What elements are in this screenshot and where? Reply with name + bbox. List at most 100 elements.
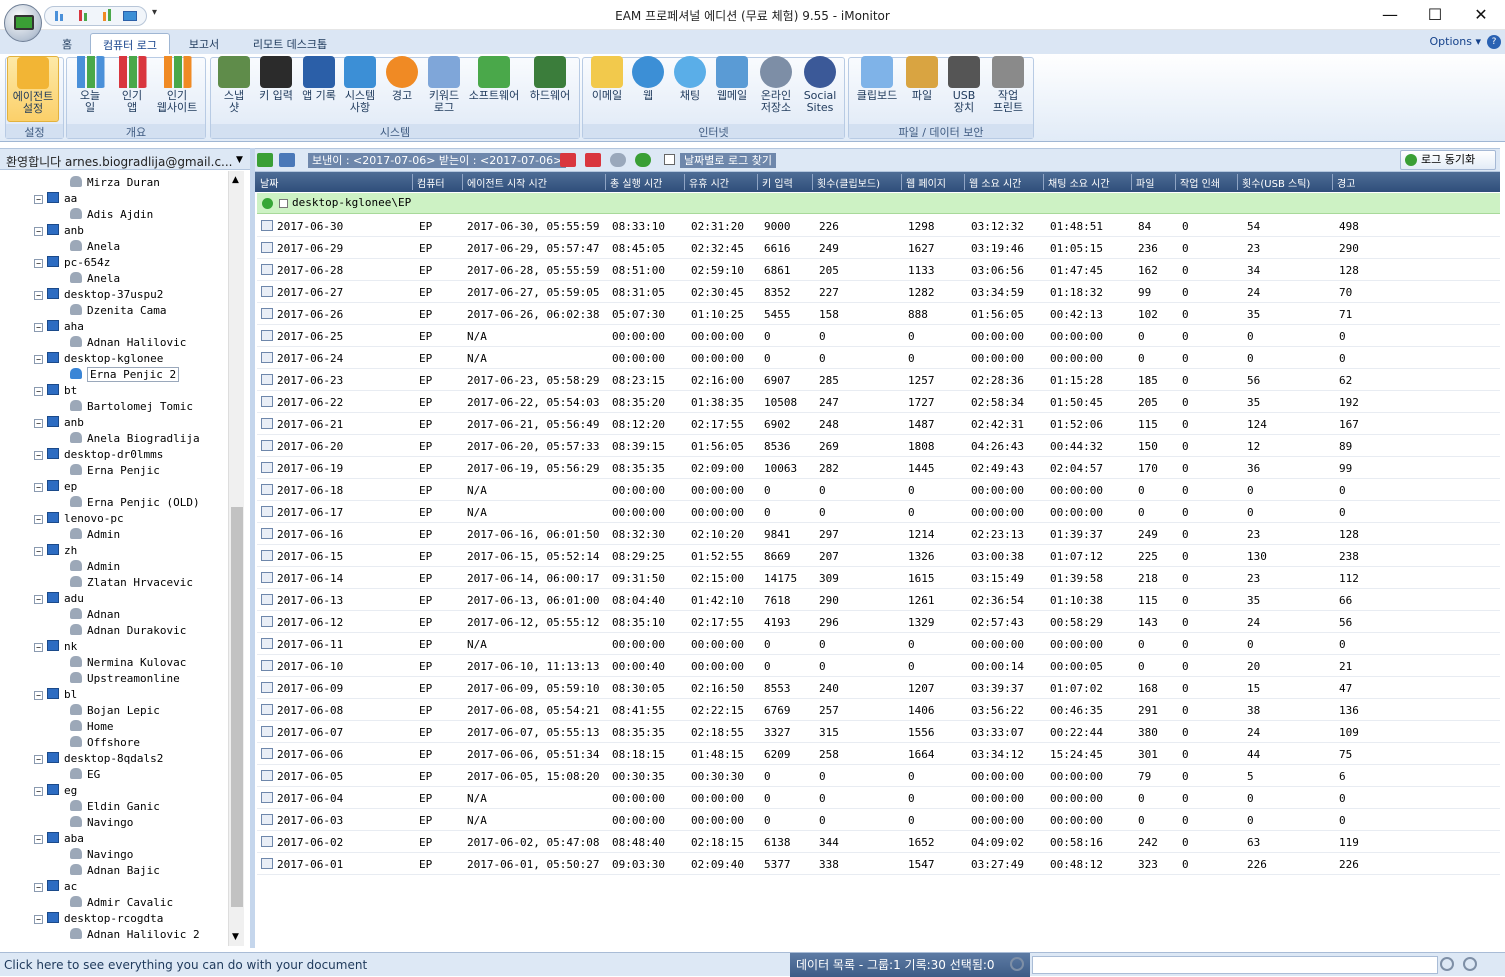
collapse-toggle-icon[interactable]: − (34, 787, 43, 796)
table-row[interactable]: 2017-06-03 EP N/A 00:00:00 00:00:00 0 0 0 00:00:… (257, 809, 1500, 831)
tree-user-node[interactable]: Nermina Kulovac (70, 655, 186, 671)
tree-user-node[interactable]: Anela Biogradlija (70, 431, 200, 447)
tree-computer-node[interactable]: − desktop-37uspu2 (34, 287, 163, 303)
tab-home[interactable]: 홈 (52, 33, 82, 54)
refresh-icon[interactable] (635, 153, 651, 167)
record-icon[interactable] (261, 528, 273, 539)
table-row[interactable]: 2017-06-11 EP N/A 00:00:00 00:00:00 0 0 0 00:00:… (257, 633, 1500, 655)
collapse-toggle-icon[interactable]: − (34, 515, 43, 524)
app-menu-icon[interactable] (4, 4, 42, 42)
email-button[interactable]: 이메일 (586, 56, 628, 122)
expand-group-icon[interactable] (262, 198, 273, 209)
table-row[interactable]: 2017-06-30 EP 2017-06-30, 05:55:59 08:33:10… (257, 215, 1500, 237)
tree-computer-node[interactable]: − nk (34, 639, 77, 655)
collapse-toggle-icon[interactable]: − (34, 195, 43, 204)
record-icon[interactable] (261, 792, 273, 803)
group-row[interactable]: desktop-kglonee\EP (257, 193, 1500, 214)
tree-computer-node[interactable]: − aa (34, 191, 77, 207)
table-row[interactable]: 2017-06-17 EP N/A 00:00:00 00:00:00 0 0 0 00:00:… (257, 501, 1500, 523)
status-hint[interactable]: Click here to see everything you can do … (4, 958, 367, 972)
column-divider[interactable] (462, 174, 463, 190)
column-divider[interactable] (412, 174, 413, 190)
online-storage-button[interactable]: 온라인 저장소 (754, 56, 798, 122)
record-icon[interactable] (261, 594, 273, 605)
record-icon[interactable] (261, 462, 273, 473)
tree-computer-node[interactable]: − ac (34, 879, 77, 895)
collapse-toggle-icon[interactable]: − (34, 227, 43, 236)
collapse-toggle-icon[interactable]: − (34, 643, 43, 652)
column-header[interactable]: 에이전트 시작 시간 (467, 175, 547, 190)
table-row[interactable]: 2017-06-08 EP 2017-06-08, 05:54:21 08:41:55… (257, 699, 1500, 721)
tree-user-node[interactable]: Adnan Halilovic 2 (70, 927, 200, 943)
scroll-down-icon[interactable]: ▼ (232, 932, 239, 942)
record-icon[interactable] (261, 264, 273, 275)
welcome-bar[interactable]: 환영합니다 arnes.biogradlija@gmail.c... ▼ (0, 148, 250, 170)
tree-computer-node[interactable]: − desktop-dr0lmms (34, 447, 163, 463)
collapse-toggle-icon[interactable]: − (34, 323, 43, 332)
collapse-toggle-icon[interactable]: − (34, 259, 43, 268)
table-row[interactable]: 2017-06-14 EP 2017-06-14, 06:00:17 09:31:50… (257, 567, 1500, 589)
table-row[interactable]: 2017-06-05 EP 2017-06-05, 15:08:20 00:30:35… (257, 765, 1500, 787)
keystrokes-button[interactable]: 키 입력 (256, 56, 296, 122)
collapse-toggle-icon[interactable]: − (34, 691, 43, 700)
table-row[interactable]: 2017-06-10 EP 2017-06-10, 11:13:13 00:00:40… (257, 655, 1500, 677)
tree-computer-node[interactable]: − pc-654z (34, 255, 110, 271)
collapse-toggle-icon[interactable]: − (34, 883, 43, 892)
tree-computer-node[interactable]: − bl (34, 687, 77, 703)
collapse-toggle-icon[interactable]: − (34, 387, 43, 396)
group-checkbox[interactable] (279, 199, 288, 208)
table-row[interactable]: 2017-06-13 EP 2017-06-13, 06:01:00 08:04:40… (257, 589, 1500, 611)
zoom-icon[interactable] (1440, 957, 1454, 971)
table-row[interactable]: 2017-06-18 EP N/A 00:00:00 00:00:00 0 0 0 00:00:… (257, 479, 1500, 501)
table-row[interactable]: 2017-06-04 EP N/A 00:00:00 00:00:00 0 0 0 00:00:… (257, 787, 1500, 809)
table-row[interactable]: 2017-06-09 EP 2017-06-09, 05:59:10 08:30:05… (257, 677, 1500, 699)
collapse-toggle-icon[interactable]: − (34, 419, 43, 428)
search-icon[interactable] (1010, 957, 1024, 971)
file-button[interactable]: 파일 (902, 56, 942, 122)
tree-user-node[interactable]: Eldin Ganic (70, 799, 160, 815)
table-row[interactable]: 2017-06-29 EP 2017-06-29, 05:57:47 08:45:05… (257, 237, 1500, 259)
tree-user-node[interactable]: EG (70, 767, 100, 783)
column-divider[interactable] (684, 174, 685, 190)
options-menu[interactable]: Options ▾ (1430, 35, 1481, 48)
record-icon[interactable] (261, 440, 273, 451)
column-divider[interactable] (901, 174, 902, 190)
table-row[interactable]: 2017-06-27 EP 2017-06-27, 05:59:05 08:31:05… (257, 281, 1500, 303)
record-icon[interactable] (261, 484, 273, 495)
tree-user-node[interactable]: Zlatan Hrvacevic (70, 575, 193, 591)
record-icon[interactable] (261, 374, 273, 385)
tree-user-node[interactable]: Bartolomej Tomic (70, 399, 193, 415)
collapse-toggle-icon[interactable]: − (34, 291, 43, 300)
record-icon[interactable] (261, 286, 273, 297)
record-icon[interactable] (261, 506, 273, 517)
tree-computer-node[interactable]: − anb (34, 223, 84, 239)
column-divider[interactable] (1043, 174, 1044, 190)
table-row[interactable]: 2017-06-22 EP 2017-06-22, 05:54:03 08:35:20… (257, 391, 1500, 413)
clock-icon[interactable] (610, 153, 626, 167)
web-button[interactable]: 웹 (628, 56, 668, 122)
record-icon[interactable] (261, 770, 273, 781)
tree-user-node[interactable]: Adnan Durakovic (70, 623, 186, 639)
close-button[interactable]: ✕ (1469, 4, 1493, 26)
record-icon[interactable] (261, 330, 273, 341)
chevron-down-icon[interactable]: ▼ (236, 155, 243, 165)
record-icon[interactable] (261, 682, 273, 693)
table-row[interactable]: 2017-06-16 EP 2017-06-16, 06:01:50 08:32:30… (257, 523, 1500, 545)
table-row[interactable]: 2017-06-26 EP 2017-06-26, 06:02:38 05:07:30… (257, 303, 1500, 325)
collapse-toggle-icon[interactable]: − (34, 595, 43, 604)
record-icon[interactable] (261, 726, 273, 737)
help-icon[interactable]: ? (1487, 35, 1501, 49)
table-row[interactable]: 2017-06-21 EP 2017-06-21, 05:56:49 08:12:20… (257, 413, 1500, 435)
tree-computer-node[interactable]: − adu (34, 591, 84, 607)
record-icon[interactable] (261, 572, 273, 583)
status-search-input[interactable] (1032, 956, 1438, 974)
snapshot-button[interactable]: 스냅 샷 (214, 56, 254, 122)
find-by-date-checkbox[interactable] (664, 154, 675, 165)
tree-scroll-thumb[interactable] (231, 507, 243, 907)
table-row[interactable]: 2017-06-02 EP 2017-06-02, 05:47:08 08:48:40… (257, 831, 1500, 853)
column-header[interactable]: 총 실행 시간 (610, 175, 662, 190)
record-icon[interactable] (261, 814, 273, 825)
tree-computer-node[interactable]: − ep (34, 479, 77, 495)
column-header[interactable]: 경고 (1337, 175, 1355, 190)
hardware-button[interactable]: 하드웨어 (525, 56, 575, 122)
